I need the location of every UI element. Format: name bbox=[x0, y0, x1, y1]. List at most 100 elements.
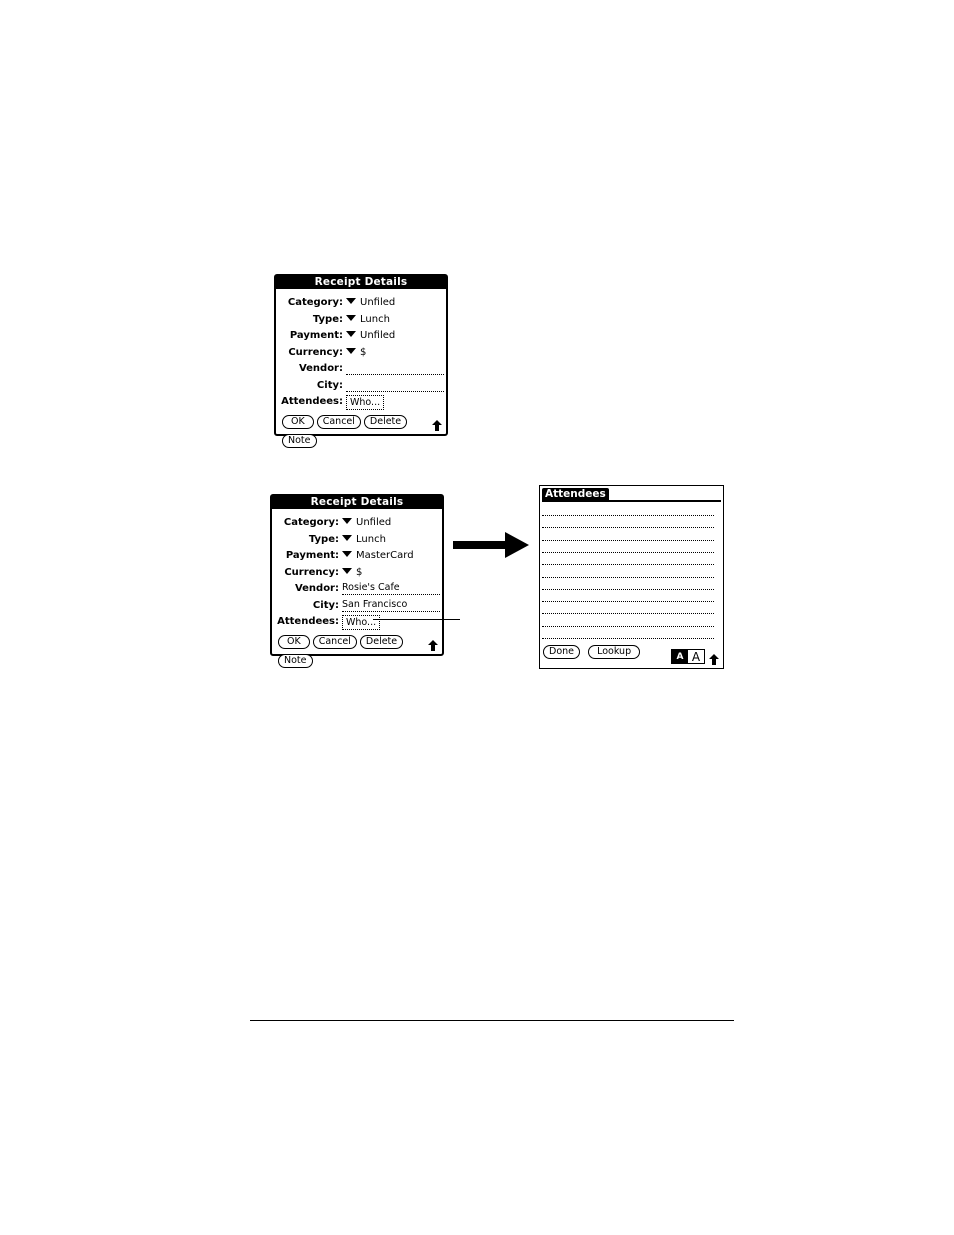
field-label-wrap: Currency: bbox=[272, 565, 339, 581]
field-label: Payment: bbox=[289, 330, 343, 341]
field-label: Attendees: bbox=[281, 396, 343, 407]
picker-currency[interactable]: $ bbox=[346, 345, 366, 361]
font-small-toggle[interactable]: A bbox=[672, 650, 688, 663]
note-button[interactable]: Note bbox=[278, 654, 313, 668]
dropdown-triangle-icon bbox=[342, 551, 352, 557]
field-label-wrap: Attendees: bbox=[276, 394, 343, 410]
dropdown-triangle-icon bbox=[346, 314, 356, 321]
field-row-payment: Payment: MasterCard bbox=[272, 548, 442, 564]
field-label: City: bbox=[316, 379, 343, 391]
field-label-wrap: Payment: bbox=[272, 548, 339, 564]
attendee-entry-line[interactable] bbox=[542, 601, 714, 603]
field-label: Vendor: bbox=[298, 363, 343, 374]
field-label: Type: bbox=[308, 533, 339, 545]
attendee-entry-line[interactable] bbox=[542, 515, 714, 516]
who-button[interactable]: Who... bbox=[342, 615, 381, 630]
picker-value: $ bbox=[360, 346, 367, 358]
picker-type[interactable]: Lunch bbox=[346, 312, 390, 328]
field-row-attendees: Attendees: Who... bbox=[272, 614, 442, 630]
picker-value: MasterCard bbox=[356, 550, 414, 561]
dropdown-triangle-icon bbox=[342, 534, 352, 541]
field-row-currency: Currency: $ bbox=[276, 345, 446, 361]
field-row-vendor: Vendor: Rosie's Cafe bbox=[272, 581, 442, 597]
dialog-title: Receipt Details bbox=[272, 496, 442, 509]
font-large-toggle[interactable]: A bbox=[688, 650, 704, 664]
dropdown-triangle-icon bbox=[346, 331, 356, 337]
picker-currency[interactable]: $ bbox=[342, 565, 362, 581]
title-rule bbox=[542, 500, 721, 502]
field-label-wrap: Currency: bbox=[276, 345, 343, 361]
field-label: Currency: bbox=[288, 346, 343, 358]
cancel-button[interactable]: Cancel bbox=[312, 635, 357, 649]
callout-line bbox=[373, 619, 460, 620]
field-label: Currency: bbox=[284, 566, 339, 578]
dropdown-triangle-icon bbox=[346, 298, 356, 304]
cancel-button[interactable]: Cancel bbox=[316, 415, 361, 429]
picker-type[interactable]: Lunch bbox=[342, 532, 386, 548]
picker-value: Unfiled bbox=[360, 330, 396, 341]
attendees-screen: Attendees Done Lookup A A bbox=[539, 485, 724, 669]
ok-button[interactable]: OK bbox=[278, 635, 310, 649]
field-label-wrap: Type: bbox=[272, 532, 339, 548]
field-row-city: City: San Francisco bbox=[272, 598, 442, 614]
up-arrow-icon[interactable] bbox=[432, 420, 442, 431]
picker-category[interactable]: Unfiled bbox=[342, 515, 391, 531]
field-label-wrap: Category: bbox=[272, 515, 339, 531]
picker-category[interactable]: Unfiled bbox=[346, 295, 395, 311]
field-label-wrap: Attendees: bbox=[272, 614, 339, 630]
field-label-wrap: Type: bbox=[276, 312, 343, 328]
city-field[interactable]: San Francisco bbox=[342, 599, 440, 612]
field-row-attendees: Attendees: Who... bbox=[276, 394, 446, 410]
attendee-entry-line[interactable] bbox=[542, 576, 714, 578]
vendor-field[interactable] bbox=[346, 362, 444, 375]
up-arrow-icon[interactable] bbox=[709, 654, 719, 665]
attendee-entry-line[interactable] bbox=[542, 638, 714, 639]
picker-value: Unfiled bbox=[356, 517, 392, 528]
field-label: Type: bbox=[312, 313, 343, 325]
field-row-payment: Payment: Unfiled bbox=[276, 328, 446, 344]
field-label: City: bbox=[312, 599, 339, 611]
note-button[interactable]: Note bbox=[282, 434, 317, 448]
receipt-details-dialog-bottom: Receipt Details Category: Unfiled Type: Lun… bbox=[270, 494, 444, 668]
picker-value: Lunch bbox=[360, 313, 390, 325]
attendee-entry-line[interactable] bbox=[542, 625, 714, 627]
vendor-field[interactable]: Rosie's Cafe bbox=[342, 582, 440, 595]
attendee-entry-line[interactable] bbox=[542, 527, 714, 529]
attendee-entry-line[interactable] bbox=[542, 613, 714, 615]
field-label-wrap: Vendor: bbox=[276, 361, 343, 377]
field-label-wrap: City: bbox=[272, 598, 339, 614]
attendees-buttons: Done Lookup bbox=[543, 645, 643, 664]
picker-value: Unfiled bbox=[360, 297, 396, 308]
picker-value: $ bbox=[356, 566, 363, 578]
attendee-entry-line[interactable] bbox=[542, 564, 714, 566]
attendee-entry-line[interactable] bbox=[542, 551, 714, 553]
ok-button[interactable]: OK bbox=[282, 415, 314, 429]
field-label: Category: bbox=[287, 297, 343, 308]
picker-value: Lunch bbox=[356, 533, 386, 545]
field-row-currency: Currency: $ bbox=[272, 565, 442, 581]
dropdown-triangle-icon bbox=[342, 518, 352, 524]
field-row-vendor: Vendor: bbox=[276, 361, 446, 377]
field-label: Payment: bbox=[285, 550, 339, 561]
field-label: Attendees: bbox=[277, 616, 339, 627]
done-button[interactable]: Done bbox=[543, 645, 580, 659]
attendee-entry-line[interactable] bbox=[542, 539, 714, 541]
dialog-buttons: OK Cancel Delete Note bbox=[278, 635, 442, 668]
field-label-wrap: Vendor: bbox=[272, 581, 339, 597]
city-field[interactable] bbox=[346, 379, 444, 392]
lookup-button[interactable]: Lookup bbox=[588, 645, 641, 659]
dialog-buttons: OK Cancel Delete Note bbox=[282, 415, 446, 448]
up-arrow-icon[interactable] bbox=[428, 640, 438, 651]
picker-payment[interactable]: Unfiled bbox=[346, 328, 395, 344]
field-label-wrap: Payment: bbox=[276, 328, 343, 344]
field-row-category: Category: Unfiled bbox=[276, 295, 446, 311]
field-label-wrap: Category: bbox=[276, 295, 343, 311]
delete-button[interactable]: Delete bbox=[363, 415, 408, 429]
picker-payment[interactable]: MasterCard bbox=[342, 548, 414, 564]
dialog-title: Receipt Details bbox=[276, 276, 446, 289]
who-button[interactable]: Who... bbox=[346, 395, 385, 410]
receipt-details-dialog-top: Receipt Details Category: Unfiled Type: Lun… bbox=[274, 274, 448, 448]
attendee-entry-line[interactable] bbox=[542, 588, 714, 590]
field-row-category: Category: Unfiled bbox=[272, 515, 442, 531]
delete-button[interactable]: Delete bbox=[359, 635, 404, 649]
